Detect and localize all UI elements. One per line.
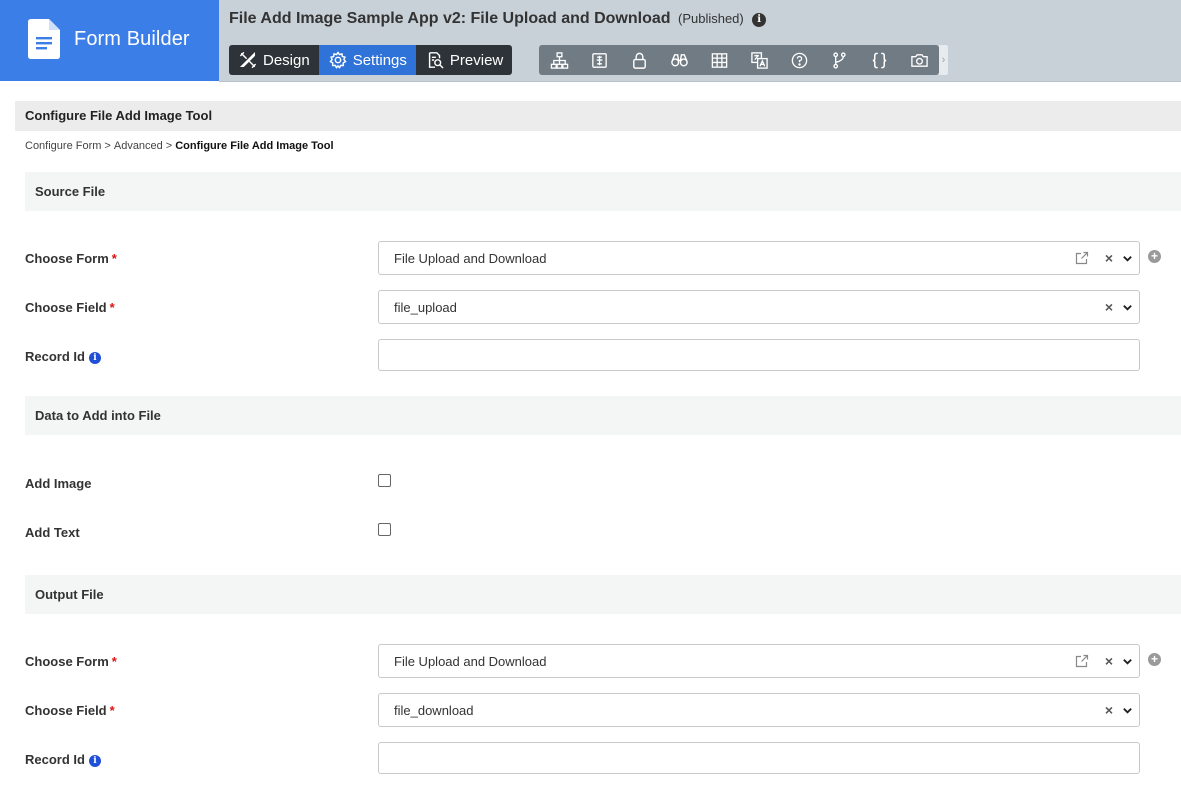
form-button[interactable] bbox=[579, 45, 619, 75]
output-record-id-label-text: Record Id bbox=[25, 752, 85, 767]
info-icon[interactable]: i bbox=[88, 352, 101, 364]
form-icon bbox=[591, 52, 607, 68]
chevron-down-icon[interactable] bbox=[1122, 253, 1133, 264]
toolbar-scroll-button[interactable]: › bbox=[939, 45, 948, 75]
source-form-value: File Upload and Download bbox=[394, 251, 547, 266]
design-tools-icon bbox=[239, 51, 256, 68]
edit-external-icon[interactable] bbox=[1075, 251, 1089, 265]
section-source-file: Source File bbox=[25, 172, 1181, 211]
top-bar: File Add Image Sample App v2: File Uploa… bbox=[219, 0, 1181, 82]
required-marker: * bbox=[111, 654, 117, 669]
code-braces-icon bbox=[872, 52, 886, 68]
clear-icon[interactable]: × bbox=[1105, 654, 1113, 668]
breadcrumb-advanced[interactable]: Advanced bbox=[114, 140, 163, 152]
sitemap-icon bbox=[550, 51, 568, 69]
breadcrumb-current: Configure File Add Image Tool bbox=[175, 140, 334, 152]
chevron-down-icon[interactable] bbox=[1122, 705, 1133, 716]
code-button[interactable] bbox=[859, 45, 899, 75]
design-button[interactable]: Design bbox=[229, 45, 319, 75]
table-icon bbox=[711, 52, 727, 68]
output-field-select[interactable]: file_download × bbox=[378, 693, 1140, 727]
page-title: Configure File Add Image Tool bbox=[15, 101, 1181, 131]
branch-button[interactable] bbox=[819, 45, 859, 75]
binoculars-icon bbox=[670, 53, 688, 66]
section-output-file: Output File bbox=[25, 575, 1181, 614]
breadcrumb-separator: > bbox=[104, 140, 111, 152]
breadcrumb-configure-form[interactable]: Configure Form bbox=[25, 140, 101, 152]
camera-button[interactable] bbox=[899, 45, 939, 75]
clear-icon[interactable]: × bbox=[1105, 300, 1113, 314]
required-marker: * bbox=[109, 300, 115, 315]
source-field-label: Choose Field * bbox=[25, 300, 115, 315]
clear-icon[interactable]: × bbox=[1105, 703, 1113, 717]
add-form-icon[interactable]: + bbox=[1148, 250, 1161, 263]
source-form-label-text: Choose Form bbox=[25, 251, 109, 266]
required-marker: * bbox=[109, 703, 115, 718]
add-text-label: Add Text bbox=[25, 525, 80, 540]
output-form-select[interactable]: File Upload and Download × bbox=[378, 644, 1140, 678]
source-record-id-label-text: Record Id bbox=[25, 349, 85, 364]
breadcrumb: Configure Form > Advanced > Configure File A… bbox=[25, 140, 334, 152]
breadcrumb-separator: > bbox=[165, 140, 173, 152]
source-form-select[interactable]: File Upload and Download × bbox=[378, 241, 1140, 275]
source-record-id-label: Record Id i bbox=[25, 349, 101, 364]
info-icon[interactable]: i bbox=[88, 755, 101, 767]
required-marker: * bbox=[111, 251, 117, 266]
chevron-down-icon[interactable] bbox=[1122, 656, 1133, 667]
add-image-label: Add Image bbox=[25, 476, 92, 491]
preview-button[interactable]: Preview bbox=[416, 45, 512, 75]
app-title: File Add Image Sample App v2: File Uploa… bbox=[229, 10, 767, 28]
source-field-value: file_upload bbox=[394, 300, 457, 315]
output-form-value: File Upload and Download bbox=[394, 654, 547, 669]
app-title-text: File Add Image Sample App v2: File Uploa… bbox=[229, 10, 671, 27]
help-icon bbox=[791, 52, 807, 68]
output-field-label-text: Choose Field bbox=[25, 703, 107, 718]
design-label: Design bbox=[263, 51, 310, 69]
settings-label: Settings bbox=[352, 51, 407, 69]
output-form-label-text: Choose Form bbox=[25, 654, 109, 669]
table-button[interactable] bbox=[699, 45, 739, 75]
lock-icon bbox=[632, 52, 646, 69]
output-record-id-input[interactable] bbox=[378, 742, 1140, 774]
preview-label: Preview bbox=[449, 51, 504, 69]
translate-icon bbox=[750, 51, 768, 69]
branch-icon bbox=[832, 51, 846, 69]
preview-icon bbox=[428, 52, 444, 69]
add-text-checkbox[interactable] bbox=[378, 523, 391, 536]
camera-icon bbox=[910, 53, 928, 67]
source-field-select[interactable]: file_upload × bbox=[378, 290, 1140, 324]
brand-name: Form Builder bbox=[74, 28, 190, 50]
output-form-label: Choose Form * bbox=[25, 654, 117, 669]
document-icon bbox=[28, 19, 60, 59]
lock-button[interactable] bbox=[619, 45, 659, 75]
output-field-label: Choose Field * bbox=[25, 703, 115, 718]
clear-icon[interactable]: × bbox=[1105, 251, 1113, 265]
source-field-label-text: Choose Field bbox=[25, 300, 107, 315]
output-record-id-label: Record Id i bbox=[25, 752, 101, 767]
chevron-down-icon[interactable] bbox=[1122, 302, 1133, 313]
publish-status: (Published) bbox=[677, 11, 744, 26]
source-form-label: Choose Form * bbox=[25, 251, 117, 266]
section-data-to-add: Data to Add into File bbox=[25, 396, 1181, 435]
add-image-checkbox[interactable] bbox=[378, 474, 391, 487]
sitemap-button[interactable] bbox=[539, 45, 579, 75]
output-field-value: file_download bbox=[394, 703, 474, 718]
translate-button[interactable] bbox=[739, 45, 779, 75]
info-icon[interactable]: i bbox=[752, 13, 767, 27]
tool-bar bbox=[539, 45, 939, 75]
mode-switcher: Design Settings Preview bbox=[229, 45, 513, 75]
settings-button[interactable]: Settings bbox=[318, 45, 416, 75]
help-button[interactable] bbox=[779, 45, 819, 75]
add-form-icon[interactable]: + bbox=[1148, 653, 1161, 666]
source-record-id-input[interactable] bbox=[378, 339, 1140, 371]
binoculars-button[interactable] bbox=[659, 45, 699, 75]
gear-icon bbox=[329, 51, 347, 69]
brand-logo[interactable]: Form Builder bbox=[0, 0, 219, 81]
edit-external-icon[interactable] bbox=[1075, 654, 1089, 668]
